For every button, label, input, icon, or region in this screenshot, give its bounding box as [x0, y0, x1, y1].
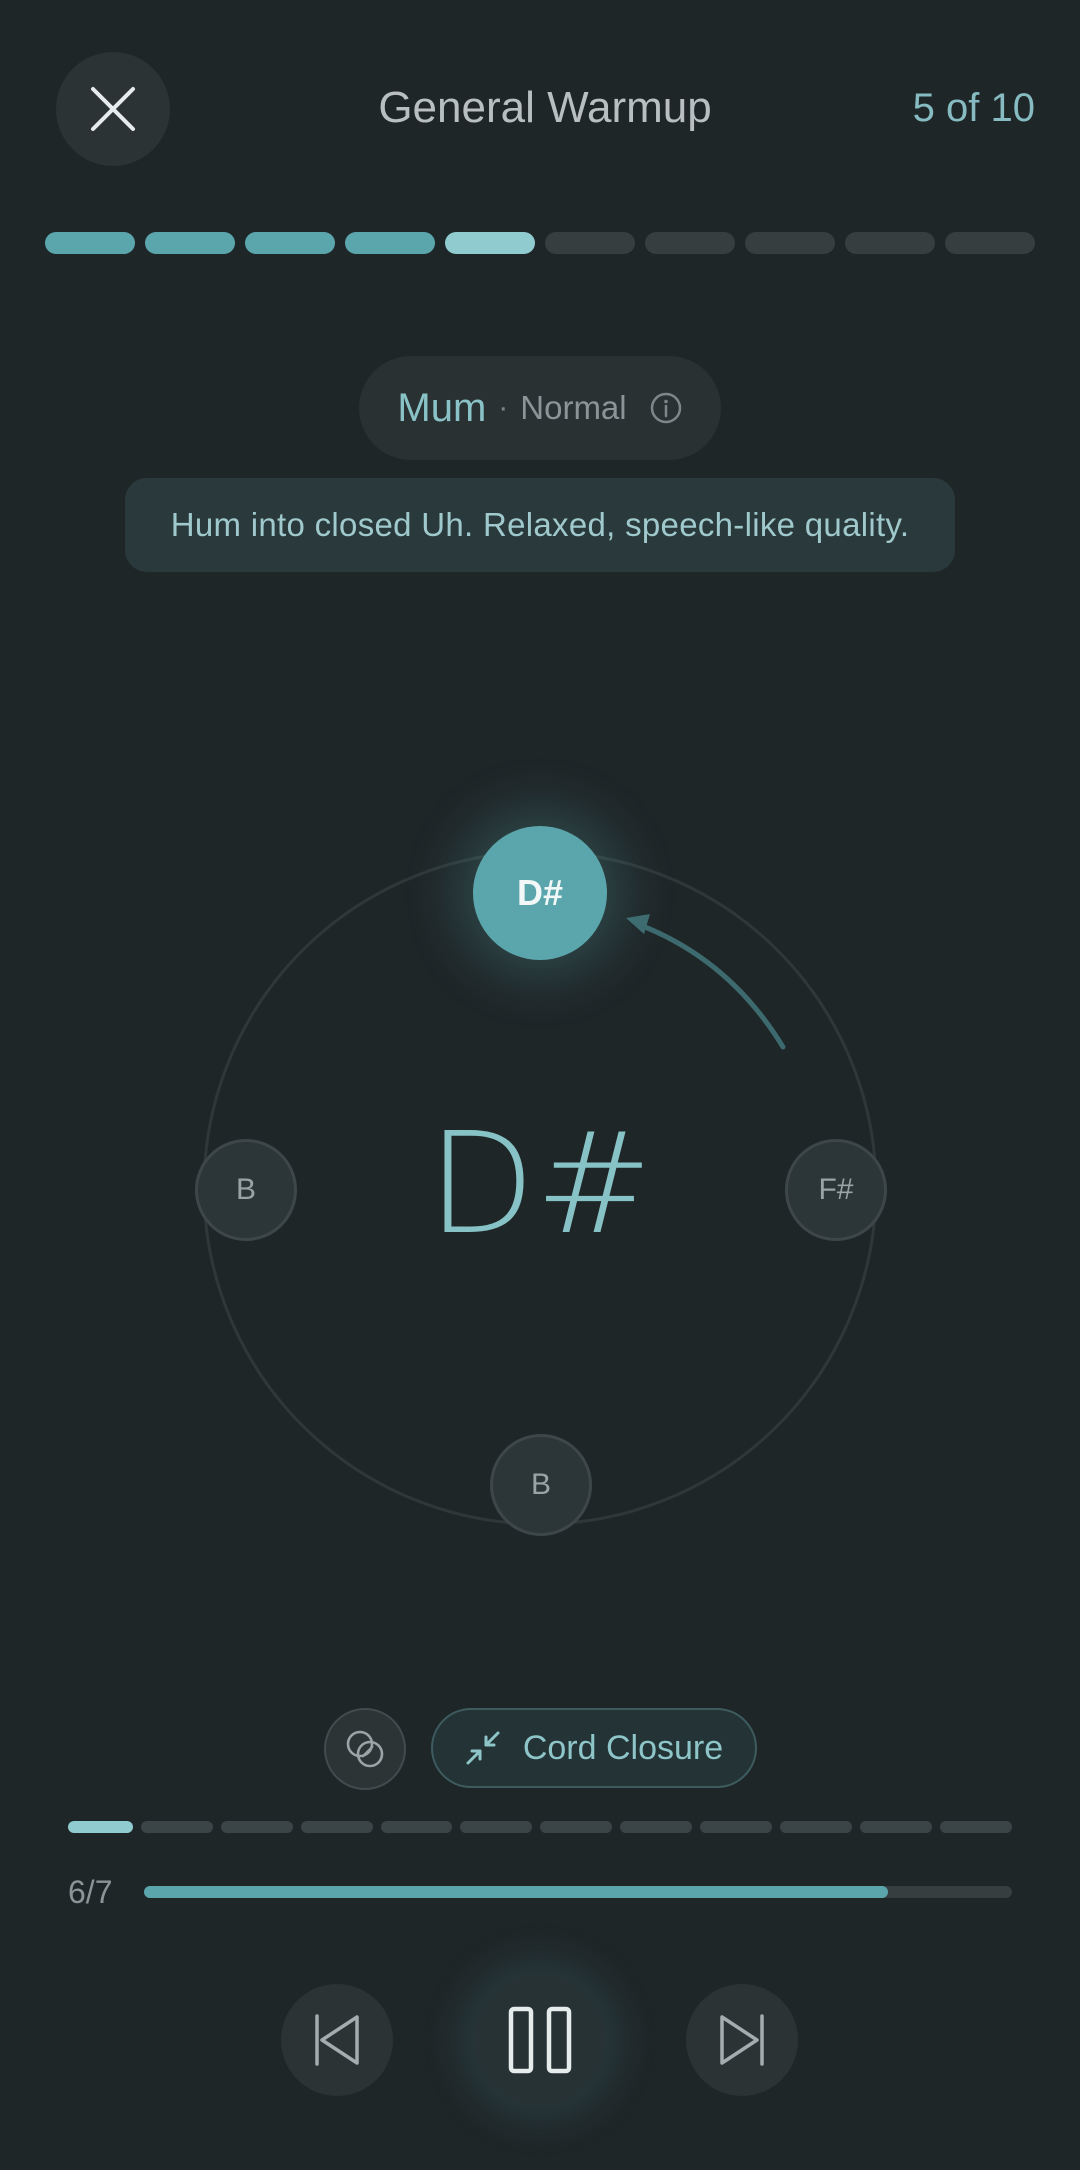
rep-progress-track: [144, 1886, 1012, 1898]
step-segment: [45, 232, 135, 254]
rep-segment: [620, 1821, 693, 1833]
exercise-instruction: Hum into closed Uh. Relaxed, speech-like…: [125, 478, 955, 572]
step-segment: [745, 232, 835, 254]
step-segment: [845, 232, 935, 254]
note-left[interactable]: B: [195, 1139, 297, 1241]
exercise-separator: ·: [498, 391, 509, 424]
previous-button[interactable]: [281, 1984, 393, 2096]
note-label: F#: [818, 1173, 854, 1206]
cord-closure-button[interactable]: Cord Closure: [431, 1708, 757, 1788]
note-label: B: [530, 1468, 551, 1501]
rep-segment: [380, 1821, 453, 1833]
current-note-display: D#: [427, 1103, 653, 1266]
info-icon[interactable]: [649, 391, 683, 425]
skip-previous-icon: [315, 2014, 359, 2066]
next-button[interactable]: [686, 1984, 798, 2096]
exercise-chip[interactable]: Mum · Normal: [359, 356, 721, 460]
step-segment: [245, 232, 335, 254]
step-segment: [945, 232, 1035, 254]
note-wheel: [202, 850, 878, 1526]
arrow-curve-icon: [626, 914, 786, 1050]
step-segment: [545, 232, 635, 254]
rep-segment: [68, 1821, 133, 1833]
rep-segment: [460, 1821, 533, 1833]
mix-toggle-button[interactable]: [324, 1708, 406, 1790]
rep-segment: [940, 1821, 1013, 1833]
cord-closure-label: Cord Closure: [522, 1728, 724, 1767]
rep-segment: [700, 1821, 773, 1833]
exercise-mode: Normal: [520, 389, 627, 426]
rep-segment: [140, 1821, 213, 1833]
rep-segment: [860, 1821, 933, 1833]
rep-segment: [780, 1821, 853, 1833]
exercise-screen: General Warmup 5 of 10 Mum · Normal Hum …: [0, 0, 1080, 2170]
step-segment: [145, 232, 235, 254]
rep-segment: [300, 1821, 373, 1833]
rep-progress-fill: [144, 1886, 888, 1898]
rep-segment-progress: [68, 1821, 1013, 1833]
close-button[interactable]: [56, 52, 170, 166]
step-segment: [445, 232, 535, 254]
compress-arrows-icon: [466, 1731, 500, 1765]
step-segment: [645, 232, 735, 254]
pause-icon: [508, 2006, 572, 2074]
note-bottom[interactable]: B: [490, 1434, 592, 1536]
step-segment: [345, 232, 435, 254]
note-top-active[interactable]: D#: [473, 826, 607, 960]
note-label: B: [235, 1173, 256, 1206]
overlap-circles-icon: [346, 1730, 384, 1768]
skip-next-icon: [720, 2014, 764, 2066]
rep-segment: [540, 1821, 613, 1833]
pause-button[interactable]: [474, 1974, 606, 2106]
exercise-step-progress: [45, 232, 1035, 254]
rep-segment: [220, 1821, 293, 1833]
note-label: D#: [516, 872, 564, 913]
exercise-name: Mum: [397, 385, 487, 430]
step-counter: 5 of 10: [912, 86, 1035, 130]
rep-counter: 6/7: [68, 1874, 113, 1910]
page-title: General Warmup: [378, 83, 712, 132]
note-right[interactable]: F#: [785, 1139, 887, 1241]
close-icon: [91, 87, 135, 131]
